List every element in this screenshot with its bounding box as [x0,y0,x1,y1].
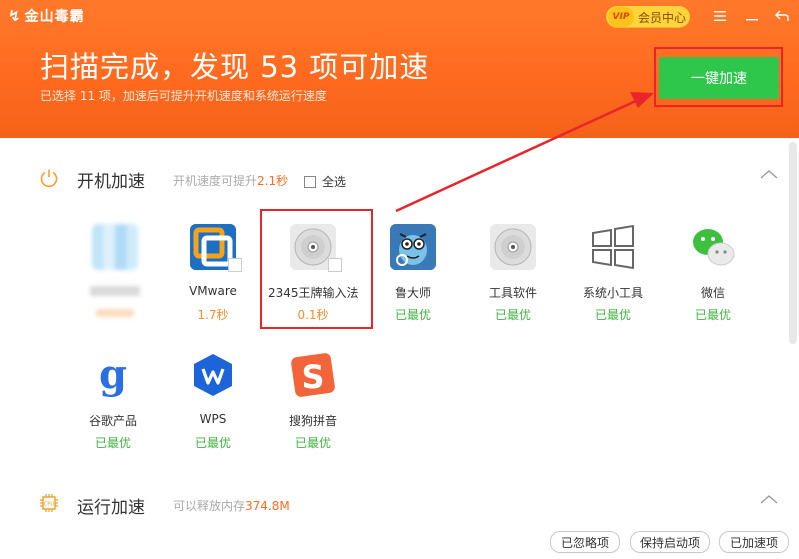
windows-icon [590,224,636,270]
app-name: 鲁大师 [394,286,431,300]
boot-section-header: 开机加速 开机速度可提升2.1秒 全选 [0,164,780,194]
app-name: WPS [199,412,227,426]
runtime-hint-prefix: 可以释放内存 [173,499,246,513]
select-all-label: 全选 [322,175,347,189]
runtime-section-header: CPU 运行加速 可以释放内存374.8M [0,490,780,520]
app-status: 已最优 [594,308,631,322]
app-name: 系统小工具 [582,286,643,300]
app-status: 已最优 [494,308,531,322]
collapse-chevron-up-icon[interactable] [760,493,778,505]
app-name [90,286,140,296]
svg-text:CPU: CPU [44,502,55,508]
startup-item-google[interactable]: g 谷歌产品 已最优 [68,352,158,450]
annotation-box-accelerate [654,47,783,107]
app-name: 工具软件 [488,286,537,300]
power-icon [40,169,58,188]
select-all-checkbox[interactable]: 全选 [304,173,346,190]
ludashi-icon [390,224,436,270]
wechat-icon [690,224,736,270]
app-status: 已最优 [294,436,331,450]
app-status: 已最优 [394,308,431,322]
app-status: 已最优 [694,308,731,322]
svg-text:g: g [99,352,127,398]
collapse-chevron-up-icon[interactable] [760,168,778,180]
app-status: 1.7秒 [197,308,229,322]
startup-item-vmware[interactable]: VMware 1.7秒 [168,224,258,322]
vip-center-label: 会员中心 [638,10,687,25]
app-name: 微信 [700,286,725,300]
boot-hint-value: 2.1秒 [257,174,289,188]
app-name: 金山毒霸 [24,9,85,25]
boot-section-hint: 开机速度可提升2.1秒 [173,172,288,189]
ignored-items-button[interactable]: 已忽略项 [550,531,620,553]
startup-item-ludashi[interactable]: 鲁大师 已最优 [368,224,458,322]
vip-crown-icon: VIP [608,7,634,27]
app-name: 谷歌产品 [88,414,137,428]
app-status: 已最优 [194,436,231,450]
runtime-section-title: 运行加速 [77,498,145,518]
duba-logo-icon: ↯ [8,7,21,25]
startup-item-wechat[interactable]: 微信 已最优 [668,224,758,322]
startup-item-wps[interactable]: WPS 已最优 [168,352,258,450]
app-status [96,309,134,317]
app-name: 搜狗拼音 [288,414,337,428]
boot-section-title: 开机加速 [77,172,145,192]
google-icon: g [90,352,136,398]
boot-hint-prefix: 开机速度可提升 [173,174,258,188]
startup-item-system-gadgets[interactable]: 系统小工具 已最优 [568,224,658,322]
vertical-scrollbar[interactable] [789,142,797,344]
startup-item-tools[interactable]: 工具软件 已最优 [468,224,558,322]
sogou-icon: S [290,352,336,398]
svg-text:S: S [301,358,324,396]
runtime-section-hint: 可以释放内存374.8M [173,497,290,514]
annotation-box-2345 [260,209,373,329]
scan-result-subtitle: 已选择 11 项，加速后可提升开机速度和系统运行速度 [40,89,327,103]
runtime-hint-value: 374.8M [245,499,290,513]
keep-startup-button[interactable]: 保持启动项 [630,531,710,553]
scan-result-title: 扫描完成，发现 53 项可加速 [40,50,430,84]
blurred-app-icon [92,224,138,270]
vip-center-button[interactable]: VIP 会员中心 [606,6,690,28]
checkbox-box [304,175,316,188]
disc-icon [490,224,536,270]
menu-icon[interactable] [710,6,730,26]
startup-item-sogou-pinyin[interactable]: S 搜狗拼音 已最优 [268,352,358,450]
accelerated-items-button[interactable]: 已加速项 [719,531,789,553]
item-checkbox[interactable] [228,258,242,272]
startup-item-blurred[interactable] [70,224,160,320]
cpu-icon: CPU [40,494,58,512]
app-name: VMware [189,284,237,298]
back-icon[interactable] [772,6,792,26]
app-logo: ↯ 金山毒霸 [8,6,85,26]
app-status: 已最优 [94,436,131,450]
wps-icon [190,352,236,398]
minimize-icon[interactable] [742,6,762,26]
